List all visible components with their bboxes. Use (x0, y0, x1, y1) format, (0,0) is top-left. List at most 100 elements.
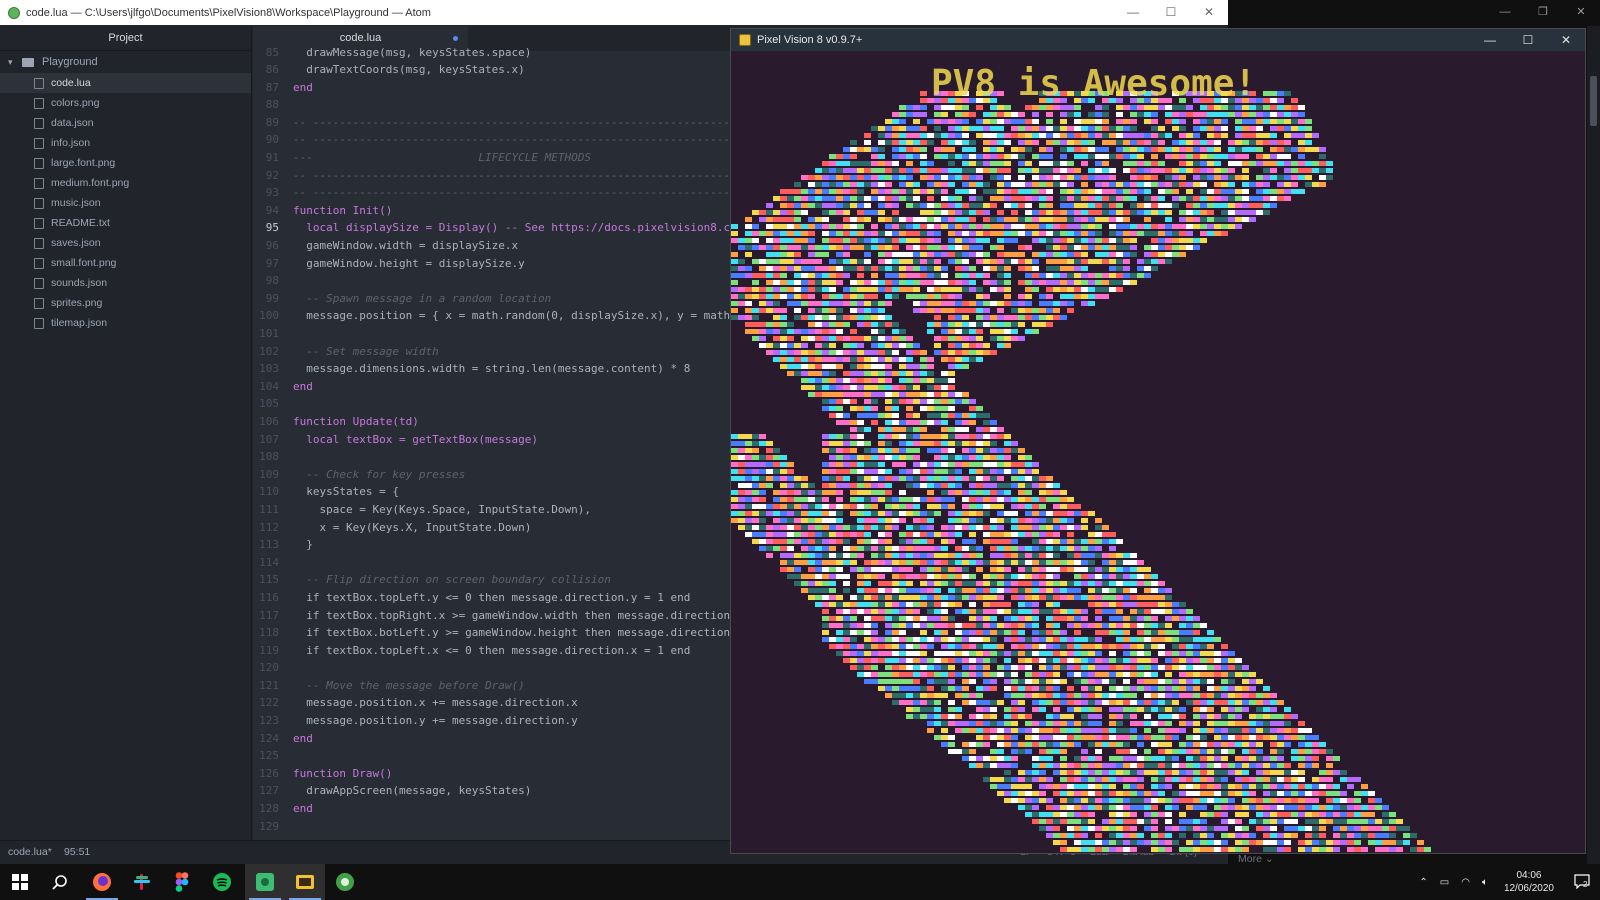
code-line[interactable]: 93 -- -----------------------------------… (253, 184, 743, 202)
pixel-cell (878, 532, 885, 537)
pixel-cell (1004, 630, 1011, 635)
code-line[interactable]: 95 local displaySize = Display() -- See … (253, 219, 744, 237)
code-line[interactable]: 121 -- Move the message before Draw() (253, 677, 743, 695)
code-line[interactable]: 90 -- -----------------------------------… (253, 131, 743, 149)
file-item[interactable]: sprites.png (0, 293, 251, 313)
code-line[interactable]: 116 if textBox.topLeft.y <= 0 then messa… (253, 589, 743, 607)
code-line[interactable]: 91 --- LIFECYCLE METHODS (253, 149, 743, 167)
pixel-cell (1144, 791, 1151, 796)
minimize-icon[interactable]: — (1471, 29, 1509, 51)
code-line[interactable]: 114 (253, 554, 743, 572)
file-item[interactable]: saves.json (0, 233, 251, 253)
maximize-icon[interactable]: ☐ (1152, 0, 1190, 25)
file-item[interactable]: large.font.png (0, 153, 251, 173)
pixel-cell (857, 567, 864, 572)
code-line[interactable]: 127 drawAppScreen(message, keysStates) (253, 782, 743, 800)
pixel-cell (843, 224, 850, 229)
code-line[interactable]: 89 -- -----------------------------------… (253, 114, 743, 132)
pixel-cell (1263, 756, 1270, 761)
minimize-icon[interactable]: — (1114, 0, 1152, 25)
pixel-cell (997, 525, 1004, 530)
scrollbar-thumb[interactable] (1590, 76, 1597, 126)
code-line[interactable]: 97 gameWindow.height = displaySize.y (253, 255, 743, 273)
code-line[interactable]: 103 message.dimensions.width = string.le… (253, 360, 743, 378)
code-line[interactable]: 110 keysStates = { (253, 483, 743, 501)
file-item[interactable]: music.json (0, 193, 251, 213)
code-line[interactable]: 87 end (253, 79, 743, 97)
code-line[interactable]: 98 (253, 272, 743, 290)
pixel-cell (738, 504, 745, 509)
code-line[interactable]: 99 -- Spawn message in a random location (253, 290, 743, 308)
code-line[interactable]: 94 function Init() (253, 202, 743, 220)
game-canvas[interactable]: PV8 is Awesome! (731, 51, 1585, 853)
pixel-cell (1221, 798, 1228, 803)
tree-header[interactable]: Project (0, 26, 251, 51)
code-line[interactable]: 128 end (253, 800, 743, 818)
file-item[interactable]: colors.png (0, 93, 251, 113)
close-icon[interactable]: ✕ (1547, 29, 1585, 51)
pixel-cell (955, 518, 962, 523)
code-line[interactable]: 107 local textBox = getTextBox(message) (253, 431, 743, 449)
editor-scrollbar[interactable] (1587, 26, 1600, 864)
code-line[interactable]: 117 if textBox.topRight.x >= gameWindow.… (253, 607, 743, 625)
code-line[interactable]: 125 (253, 747, 743, 765)
code-line[interactable]: 109 -- Check for key presses (253, 466, 743, 484)
code-line[interactable]: 129 (253, 818, 743, 836)
minimize-icon[interactable]: — (1486, 0, 1524, 25)
close-icon[interactable]: ✕ (1562, 0, 1600, 25)
atom-titlebar[interactable]: code.lua — C:\Users\jlfgo\Documents\Pixe… (0, 0, 1228, 25)
pixel-cell (1368, 791, 1375, 796)
file-item[interactable]: small.font.png (0, 253, 251, 273)
file-item[interactable]: medium.font.png (0, 173, 251, 193)
file-item[interactable]: code.lua (0, 73, 251, 93)
code-line[interactable]: 100 message.position = { x = math.random… (253, 307, 743, 325)
code-line[interactable]: 101 (253, 325, 743, 343)
tree-root-folder[interactable]: ▾ Playground (0, 51, 251, 73)
maximize-icon[interactable]: ☐ (1509, 29, 1547, 51)
code-lines[interactable]: 85 drawMessage(msg, keysStates.space) 86 … (253, 44, 743, 836)
code-line[interactable]: 106 function Update(td) (253, 413, 743, 431)
code-line[interactable]: 120 (253, 659, 743, 677)
code-line[interactable]: 104 end (253, 378, 743, 396)
pixel-cell (1137, 203, 1144, 208)
pixel-cell (1333, 798, 1340, 803)
code-line[interactable]: 126 function Draw() (253, 765, 743, 783)
code-line[interactable]: 88 (253, 96, 743, 114)
code-line[interactable]: 119 if textBox.topLeft.x <= 0 then messa… (253, 642, 743, 660)
pixel-cell (1228, 161, 1235, 166)
file-item[interactable]: tilemap.json (0, 313, 251, 333)
code-line[interactable]: 118 if textBox.botLeft.y >= gameWindow.h… (253, 624, 743, 642)
code-line[interactable]: 102 -- Set message width (253, 343, 743, 361)
pixel-cell (857, 651, 864, 656)
pixel-vision-titlebar[interactable]: Pixel Vision 8 v0.9.7+ — ☐ ✕ (731, 29, 1585, 51)
restore-icon[interactable]: ❐ (1524, 0, 1562, 25)
status-cursor-position[interactable]: 95:51 (64, 846, 90, 858)
code-line[interactable]: 113 } (253, 536, 743, 554)
pixel-cell (1270, 154, 1277, 159)
pixel-cell (906, 679, 913, 684)
pixel-cell (871, 651, 878, 656)
file-item[interactable]: README.txt (0, 213, 251, 233)
code-line[interactable]: 85 drawMessage(msg, keysStates.space) (253, 44, 743, 62)
code-line[interactable]: 105 (253, 395, 743, 413)
pixel-cell (920, 511, 927, 516)
file-item[interactable]: sounds.json (0, 273, 251, 293)
pixel-cell (871, 483, 878, 488)
status-file-name[interactable]: code.lua* (8, 846, 52, 858)
code-line[interactable]: 92 -- -----------------------------------… (253, 167, 743, 185)
pixel-cell (850, 168, 857, 173)
file-item[interactable]: data.json (0, 113, 251, 133)
code-line[interactable]: 123 message.position.y += message.direct… (253, 712, 743, 730)
code-line[interactable]: 112 x = Key(Keys.X, InputState.Down) (253, 519, 743, 537)
code-line[interactable]: 111 space = Key(Keys.Space, InputState.D… (253, 501, 743, 519)
code-line[interactable]: 115 -- Flip direction on screen boundary… (253, 571, 743, 589)
file-item[interactable]: info.json (0, 133, 251, 153)
pixel-cell (1144, 266, 1151, 271)
code-line[interactable]: 96 gameWindow.width = displaySize.x (253, 237, 743, 255)
pixel-cell (1137, 805, 1144, 810)
code-line[interactable]: 108 (253, 448, 743, 466)
code-line[interactable]: 86 drawTextCoords(msg, keysStates.x) (253, 61, 743, 79)
close-icon[interactable]: ✕ (1190, 0, 1228, 25)
code-line[interactable]: 122 message.position.x += message.direct… (253, 694, 743, 712)
code-line[interactable]: 124 end (253, 730, 743, 748)
